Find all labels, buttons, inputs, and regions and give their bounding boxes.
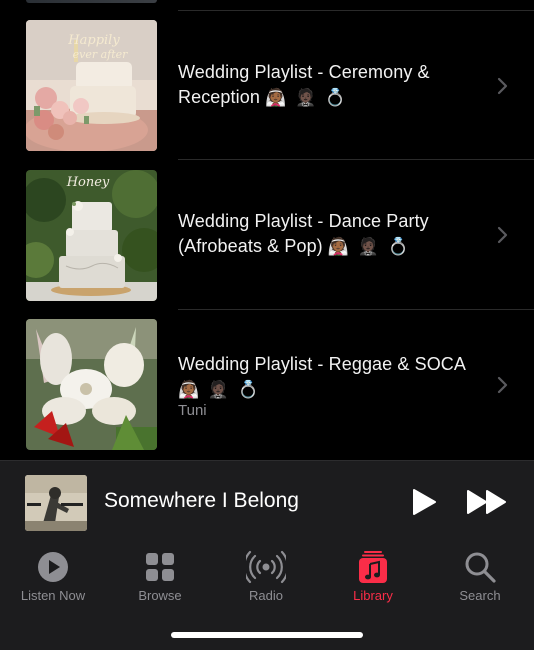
playlist-row[interactable]: Honey Wedding Playlist - Dance Party (Af… — [0, 160, 534, 310]
playlist-row[interactable]: Wedding Playlist - Reggae & SOCA 👰🏾 🤵🏿 💍… — [0, 309, 534, 459]
play-circle-icon — [38, 552, 68, 582]
tab-radio[interactable]: Radio — [216, 550, 316, 606]
playlist-subtitle: Tuni — [178, 402, 207, 419]
playlist-title-text: Wedding Playlist - Reggae & SOCA — [178, 354, 466, 374]
home-indicator[interactable] — [171, 632, 363, 638]
svg-text:Honey: Honey — [66, 175, 110, 190]
tab-search[interactable]: Search — [430, 550, 530, 606]
previous-playlist-artwork[interactable] — [26, 0, 157, 3]
playlist-artwork-cake: Happily ever after — [26, 20, 157, 151]
svg-text:ever after: ever after — [73, 48, 129, 61]
tab-label: Library — [353, 588, 393, 603]
playlist-emojis: 👰🏾 🤵🏿 💍 — [265, 88, 349, 107]
playlist-title: Wedding Playlist - Reggae & SOCA 👰🏾 🤵🏿 💍 — [178, 352, 478, 402]
playlist-row[interactable]: Happily ever after Wedding Playlist - Ce… — [0, 10, 534, 160]
playlist-artwork-cake: Honey — [26, 170, 157, 301]
playlist-title: Wedding Playlist - Ceremony & Reception … — [178, 60, 478, 110]
music-library-icon — [359, 551, 387, 583]
fast-forward-icon[interactable] — [466, 489, 508, 515]
playlist-artwork-flowers — [26, 319, 157, 450]
mini-player[interactable]: Somewhere I Belong — [0, 460, 534, 542]
now-playing-title[interactable]: Somewhere I Belong — [104, 489, 299, 513]
tab-library[interactable]: Library — [323, 550, 423, 606]
tab-listen-now[interactable]: Listen Now — [3, 550, 103, 606]
playlist-list[interactable]: Happily ever after Wedding Playlist - Ce… — [0, 0, 534, 460]
tab-label: Listen Now — [20, 588, 86, 603]
playlist-emojis: 👰🏾 🤵🏿 💍 — [327, 237, 411, 256]
chevron-right-icon — [497, 226, 508, 244]
tab-bar: Listen Now Browse Radio Library Search — [0, 542, 534, 650]
svg-text:Happily: Happily — [67, 33, 120, 48]
now-playing-artwork — [25, 475, 87, 531]
playlist-title: Wedding Playlist - Dance Party (Afrobeat… — [178, 209, 478, 259]
tab-label: Search — [459, 588, 501, 603]
grid-icon — [146, 553, 174, 581]
chevron-right-icon — [497, 376, 508, 394]
tab-browse[interactable]: Browse — [110, 550, 210, 606]
magnifier-icon — [465, 552, 496, 583]
tab-label: Radio — [249, 588, 283, 603]
playlist-emojis: 👰🏾 🤵🏿 💍 — [178, 380, 261, 399]
tab-label: Browse — [138, 588, 182, 603]
music-library-screen: Happily ever after Wedding Playlist - Ce… — [0, 0, 534, 650]
radio-waves-icon — [246, 550, 286, 584]
play-icon[interactable] — [410, 487, 438, 517]
chevron-right-icon — [497, 77, 508, 95]
